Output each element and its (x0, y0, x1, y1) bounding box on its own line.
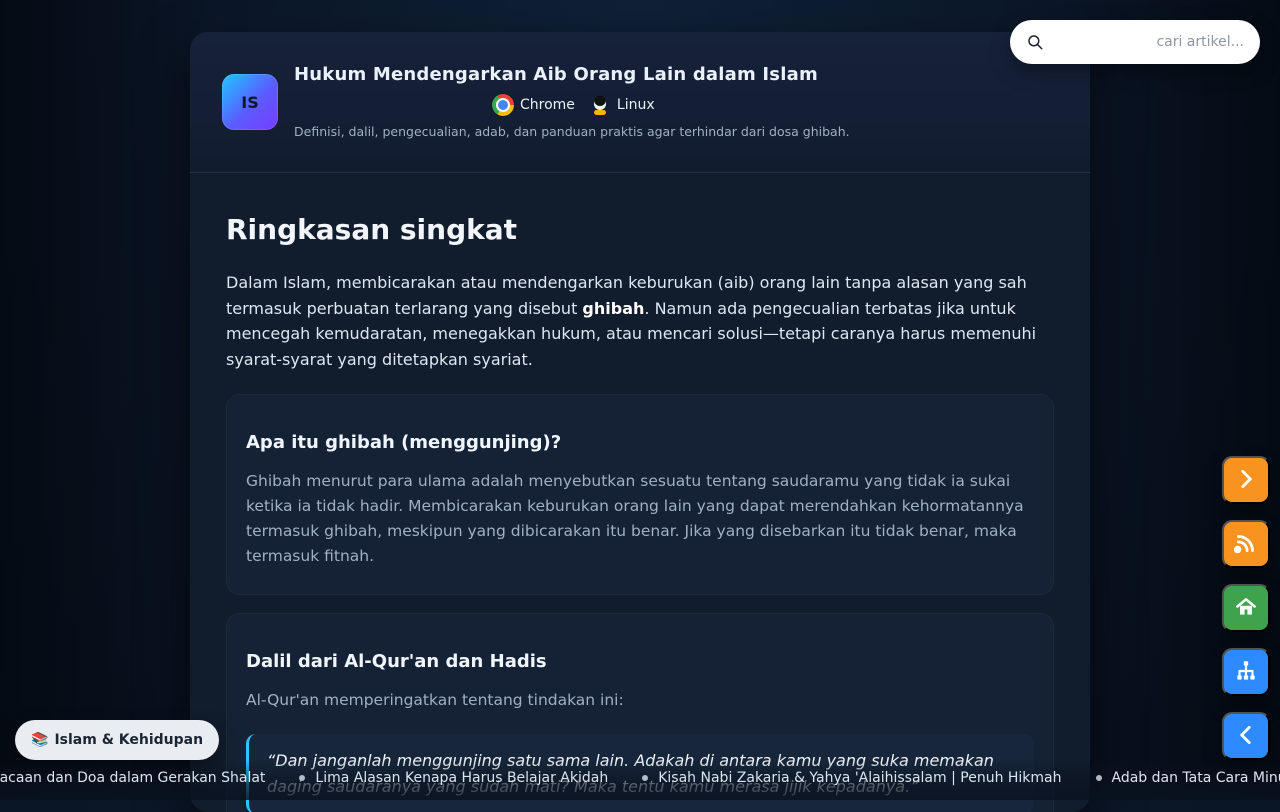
definition-text: Ghibah menurut para ulama adalah menyebu… (246, 469, 1034, 568)
evidence-text: Al-Qur'an memperingatkan tentang tindaka… (246, 688, 1034, 713)
books-icon: 📚 (31, 732, 48, 748)
summary-bold-term: ghibah (582, 299, 644, 318)
section-title: Ringkasan singkat (226, 213, 1054, 246)
os-badge: Linux (589, 92, 655, 118)
search-box[interactable] (1010, 20, 1260, 64)
home-icon (1233, 594, 1259, 623)
definition-title: Apa itu ghibah (menggunjing)? (246, 432, 1034, 453)
browser-badge: Chrome (492, 92, 575, 118)
os-label: Linux (617, 97, 655, 113)
ticker-text: Adab dan Tata Cara Minum d (1112, 770, 1280, 786)
rss-button[interactable] (1222, 520, 1270, 568)
site-logo-text: IS (241, 93, 258, 112)
ticker-item[interactable]: Lima Alasan Kenapa Harus Belajar Akidah (299, 770, 608, 786)
environment-badges: Chrome Linux (492, 92, 655, 118)
ticker-item[interactable]: Kisah Nabi Zakaria & Yahya 'Alaihissalam… (642, 770, 1061, 786)
search-icon (1026, 33, 1044, 51)
bullet-icon (299, 775, 305, 781)
news-ticker[interactable]: Bacaan dan Doa dalam Gerakan Shalat Lima… (0, 768, 1280, 790)
bullet-icon (1096, 775, 1102, 781)
sitemap-button[interactable] (1222, 648, 1270, 696)
chevron-right-icon (1233, 466, 1259, 495)
bullet-icon (642, 775, 648, 781)
sitemap-icon (1233, 658, 1259, 687)
article-card: IS Hukum Mendengarkan Aib Orang Lain dal… (190, 32, 1090, 812)
definition-panel: Apa itu ghibah (menggunjing)? Ghibah men… (226, 394, 1054, 594)
page-title: Hukum Mendengarkan Aib Orang Lain dalam … (294, 64, 818, 85)
ticker-text: Bacaan dan Doa dalam Gerakan Shalat (0, 770, 265, 786)
chevron-left-icon (1233, 722, 1259, 751)
next-article-button[interactable] (1222, 456, 1270, 504)
home-button[interactable] (1222, 584, 1270, 632)
previous-article-button[interactable] (1222, 712, 1270, 760)
chrome-icon (492, 94, 514, 116)
page-subtitle: Definisi, dalil, pengecualian, adab, dan… (294, 124, 850, 139)
evidence-title: Dalil dari Al-Qur'an dan Hadis (246, 651, 1034, 672)
site-logo: IS (222, 74, 278, 130)
ticker-item[interactable]: Bacaan dan Doa dalam Gerakan Shalat (0, 770, 265, 786)
article-content: Ringkasan singkat Dalam Islam, membicara… (190, 173, 1090, 812)
ticker-item[interactable]: Adab dan Tata Cara Minum d (1096, 770, 1280, 786)
ticker-text: Kisah Nabi Zakaria & Yahya 'Alaihissalam… (658, 770, 1061, 786)
ticker-track: Bacaan dan Doa dalam Gerakan Shalat Lima… (0, 770, 1280, 786)
category-pill[interactable]: 📚 Islam & Kehidupan (15, 720, 219, 760)
article-header: IS Hukum Mendengarkan Aib Orang Lain dal… (190, 32, 1090, 173)
rss-icon (1233, 530, 1259, 559)
ticker-text: Lima Alasan Kenapa Harus Belajar Akidah (315, 770, 608, 786)
linux-icon (589, 94, 611, 116)
search-input[interactable] (1054, 33, 1246, 51)
browser-label: Chrome (520, 97, 575, 113)
summary-paragraph: Dalam Islam, membicarakan atau mendengar… (226, 270, 1046, 372)
category-label: Islam & Kehidupan (54, 732, 203, 748)
